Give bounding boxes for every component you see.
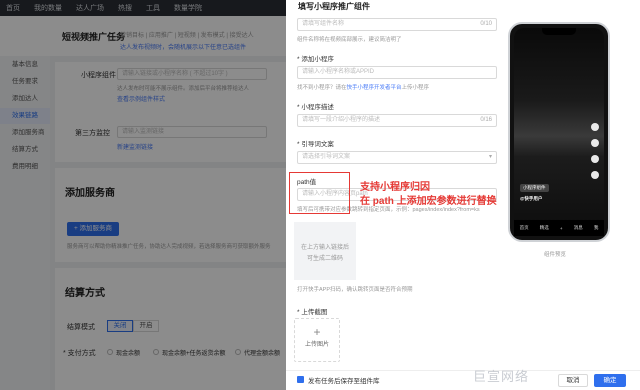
phone-tab-plus: +	[559, 225, 563, 231]
modal-overlay[interactable]	[0, 0, 286, 390]
share-icon	[591, 171, 599, 179]
phone-caption: 组件预览	[544, 252, 567, 258]
save-to-library-checkbox[interactable]	[297, 376, 304, 383]
guide-label: * 引导词文案	[297, 141, 334, 148]
video-action-buttons	[591, 123, 601, 187]
upload-label: 上传图片	[304, 342, 329, 348]
component-name-hint: 组件名称将在视频底部展示，建议简洁明了	[297, 37, 402, 43]
phone-preview: 小程序组件 @快手用户 首页 精选 + 消息 我	[508, 22, 610, 242]
component-name-input[interactable]: 请填写组件名称 0/10	[297, 18, 497, 31]
plus-icon: +	[313, 325, 321, 339]
chevron-down-icon: ▾	[488, 154, 492, 160]
qr-line-1: 在上方输入链接后	[300, 245, 349, 251]
desc-label: * 小程序描述	[297, 104, 334, 111]
video-username: @快手用户	[520, 196, 543, 201]
add-mp-input[interactable]: 请输入小程序名称或APPID	[297, 66, 497, 79]
qr-hint: 打开快手APP扫码，确认跳转页面是否符合预期	[297, 287, 413, 293]
annotation-line-2: 在 path 上添加宏参数进行替换	[360, 196, 497, 207]
confirm-button[interactable]: 确定	[594, 374, 626, 387]
guide-select[interactable]: 请选择引导词文案 ▾	[297, 151, 497, 164]
annotation-line-1: 支持小程序归因	[360, 182, 430, 193]
phone-tabbar: 首页 精选 + 消息 我	[514, 220, 604, 236]
qr-code-placeholder: 在上方输入链接后 可生成二维码	[294, 222, 356, 280]
avatar-icon	[591, 123, 599, 131]
save-to-library-label: 发布任务后保存至组件库	[308, 378, 380, 385]
mp-developer-platform-link[interactable]: 快手小程序开发者平台	[347, 85, 402, 91]
add-mp-hint-suffix: 上传小程序	[401, 85, 430, 91]
desc-placeholder: 请填写一段介绍小程序的描述	[302, 117, 381, 123]
desc-count: 0/16	[480, 117, 492, 123]
add-mp-label: * 添加小程序	[297, 56, 334, 63]
phone-tab-messages: 消息	[573, 225, 583, 230]
phone-tab-home: 首页	[519, 225, 529, 230]
phone-notch	[542, 28, 576, 35]
phone-tab-me: 我	[593, 225, 599, 230]
desc-input[interactable]: 请填写一段介绍小程序的描述 0/16	[297, 114, 497, 127]
comment-icon	[591, 155, 599, 163]
component-name-count: 0/10	[480, 21, 492, 27]
upload-image-button[interactable]: + 上传图片	[294, 318, 340, 362]
heart-icon	[591, 139, 599, 147]
path-highlight-box	[289, 172, 350, 214]
drawer-title: 填写小程序推广组件	[298, 2, 370, 11]
component-name-placeholder: 请填写组件名称	[302, 21, 345, 27]
video-preview-screen: 小程序组件 @快手用户 首页 精选 + 消息 我	[514, 28, 604, 236]
qr-line-2: 可生成二维码	[306, 256, 343, 262]
cancel-button[interactable]: 取消	[558, 374, 588, 387]
phone-tab-featured: 精选	[539, 225, 549, 230]
guide-placeholder: 请选择引导词文案	[302, 154, 351, 160]
watermark-text: 巨宣网络	[473, 369, 530, 384]
mini-program-widget: 小程序组件	[520, 184, 549, 192]
add-mp-hint-prefix: 找不到小程序？请在	[297, 85, 347, 91]
add-mp-hint: 找不到小程序？请在快手小程序开发者平台上传小程序	[297, 83, 429, 91]
cover-label: * 上传截图	[297, 309, 328, 316]
